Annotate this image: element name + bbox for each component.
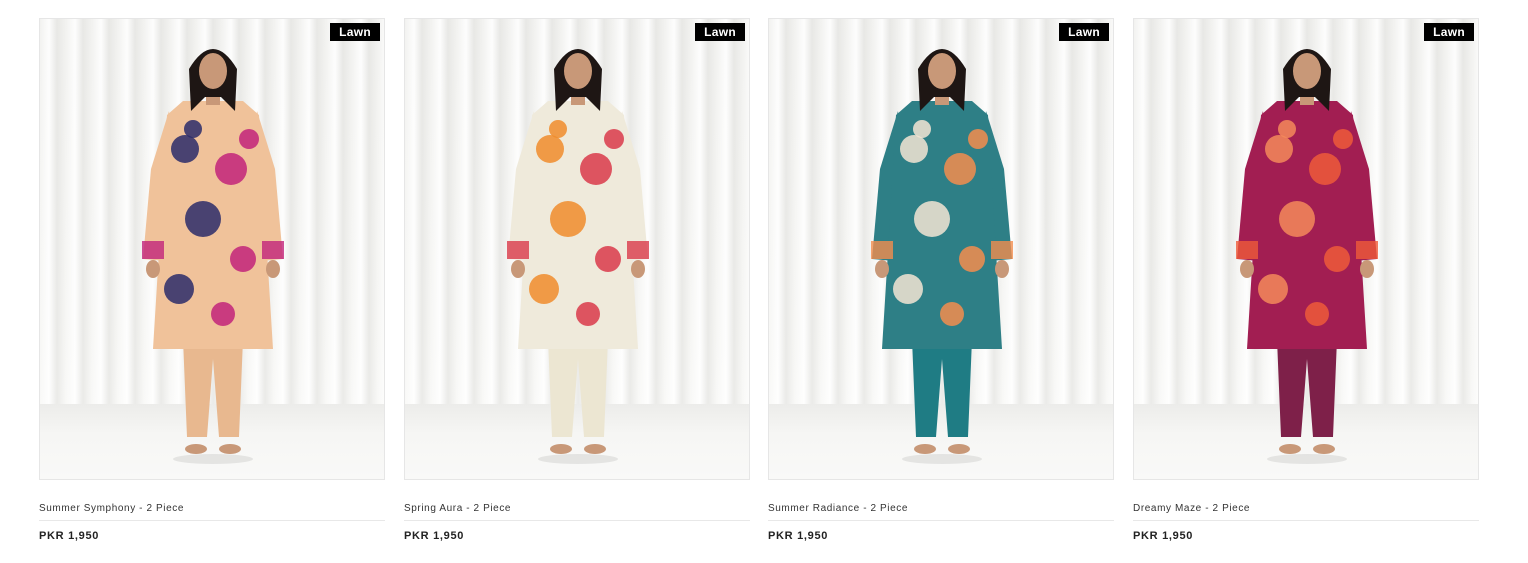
product-grid: Lawn Summer Symphony - 2 Piece PKR 1,950… (39, 18, 1479, 558)
product-name-link[interactable]: Dreamy Maze - 2 Piece (1133, 503, 1479, 521)
fabric-badge: Lawn (1059, 23, 1109, 41)
product-image[interactable]: Lawn (1133, 18, 1479, 480)
product-card[interactable]: Lawn Spring Aura - 2 Piece PKR 1,950 (404, 18, 750, 558)
product-name-link[interactable]: Spring Aura - 2 Piece (404, 503, 750, 521)
product-image[interactable]: Lawn (768, 18, 1114, 480)
model-figure (507, 49, 649, 464)
product-price: PKR 1,950 (1133, 530, 1194, 542)
fabric-badge: Lawn (330, 23, 380, 41)
product-price: PKR 1,950 (404, 530, 465, 542)
product-card[interactable]: Lawn Summer Radiance - 2 Piece PKR 1,950 (768, 18, 1114, 558)
model-figure (1236, 49, 1378, 464)
fabric-badge: Lawn (695, 23, 745, 41)
product-name-link[interactable]: Summer Symphony - 2 Piece (39, 503, 385, 521)
fabric-badge: Lawn (1424, 23, 1474, 41)
product-price: PKR 1,950 (39, 530, 100, 542)
product-card[interactable]: Lawn Dreamy Maze - 2 Piece PKR 1,950 (1133, 18, 1479, 558)
product-image[interactable]: Lawn (404, 18, 750, 480)
product-price: PKR 1,950 (768, 530, 829, 542)
product-image[interactable]: Lawn (39, 18, 385, 480)
product-card[interactable]: Lawn Summer Symphony - 2 Piece PKR 1,950 (39, 18, 385, 558)
model-figure (871, 49, 1013, 464)
model-figure (142, 49, 284, 464)
product-name-link[interactable]: Summer Radiance - 2 Piece (768, 503, 1114, 521)
